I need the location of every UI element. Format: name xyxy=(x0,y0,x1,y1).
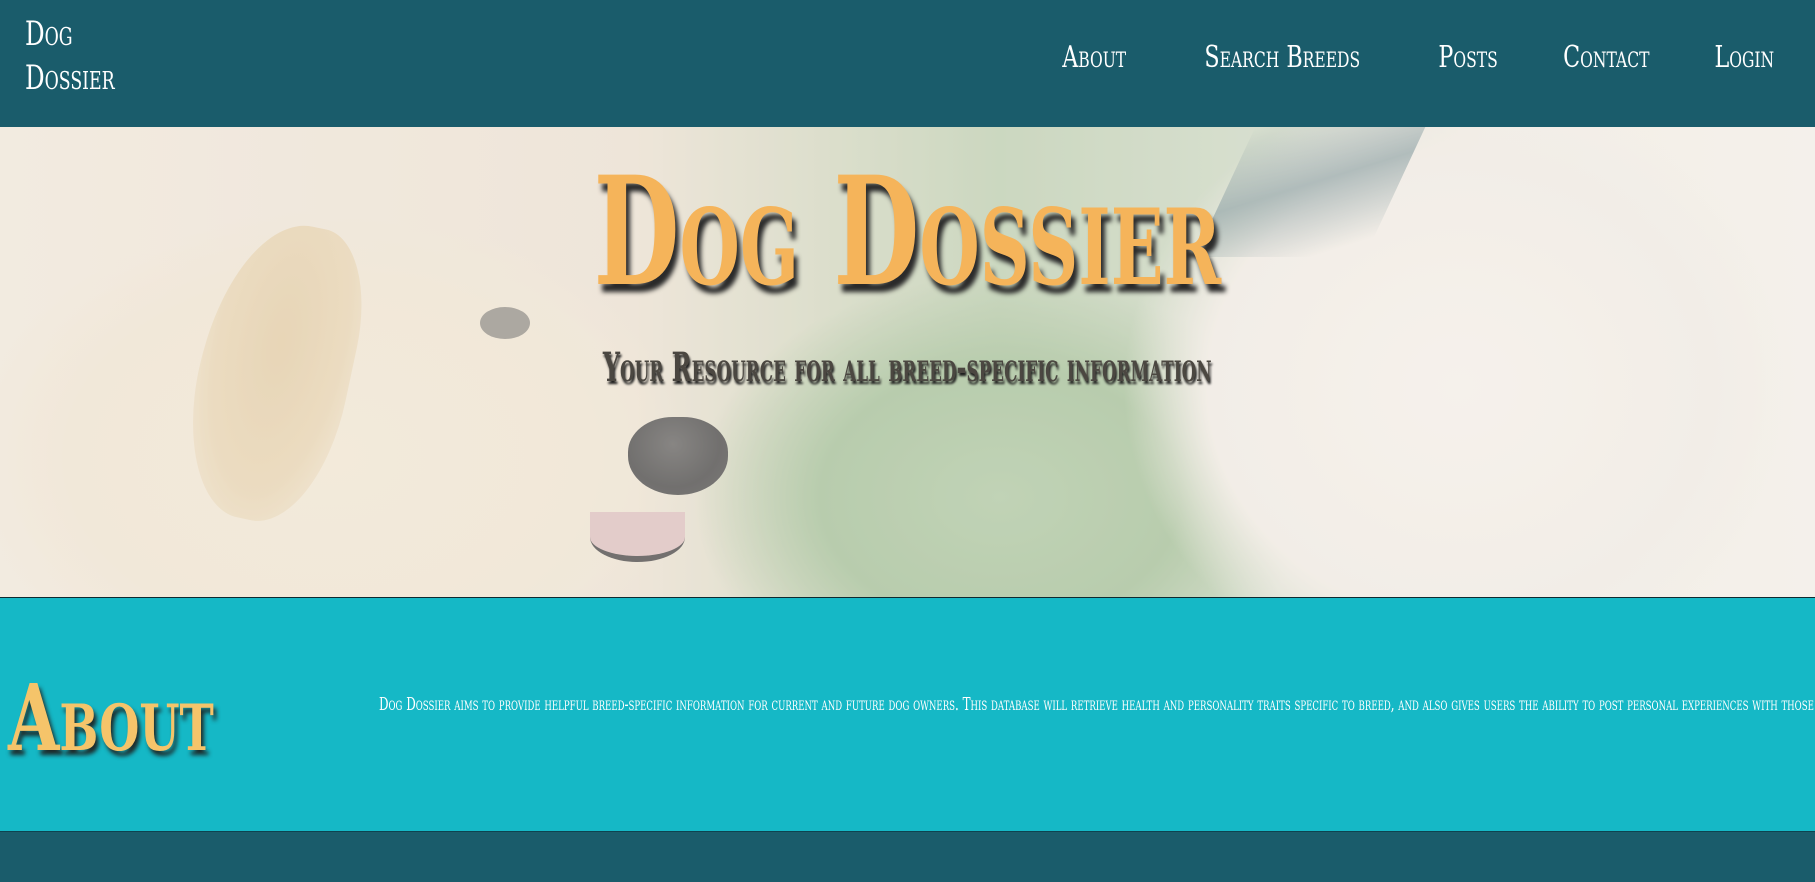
nav-link-search-breeds[interactable]: Search Breeds xyxy=(1177,36,1388,80)
hero-title: Dog Dossier xyxy=(0,147,1815,317)
hero-subtitle-text: Your Resource for all breed-specific inf… xyxy=(603,344,1212,391)
hero-banner: Dog Dossier Your Resource for all breed-… xyxy=(0,127,1815,598)
nav-link-search-breeds-label: Search Breeds xyxy=(1204,40,1361,75)
navbar: Dog Dossier About Search Breeds Posts Co… xyxy=(0,0,1815,127)
brand-logo[interactable]: Dog Dossier xyxy=(25,12,115,100)
hero-subtitle: Your Resource for all breed-specific inf… xyxy=(0,343,1815,393)
nav-link-about[interactable]: About xyxy=(1051,36,1137,80)
nav-link-contact-label: Contact xyxy=(1562,40,1650,75)
about-heading: About xyxy=(8,664,214,772)
about-text: Dog Dossier aims to provide helpful bree… xyxy=(379,694,1815,715)
nav-link-about-label: About xyxy=(1061,40,1126,75)
footer xyxy=(0,832,1815,882)
nav-link-posts[interactable]: Posts xyxy=(1428,36,1508,80)
nav-link-login[interactable]: Login xyxy=(1704,36,1785,80)
nav-link-contact[interactable]: Contact xyxy=(1548,36,1665,80)
hero-title-text: Dog Dossier xyxy=(593,144,1222,320)
nav-link-login-label: Login xyxy=(1714,40,1775,75)
nav-links: About Search Breeds Posts Contact Login xyxy=(1011,36,1785,80)
nav-link-posts-label: Posts xyxy=(1437,40,1498,75)
about-section: About Dog Dossier aims to provide helpfu… xyxy=(0,598,1815,832)
